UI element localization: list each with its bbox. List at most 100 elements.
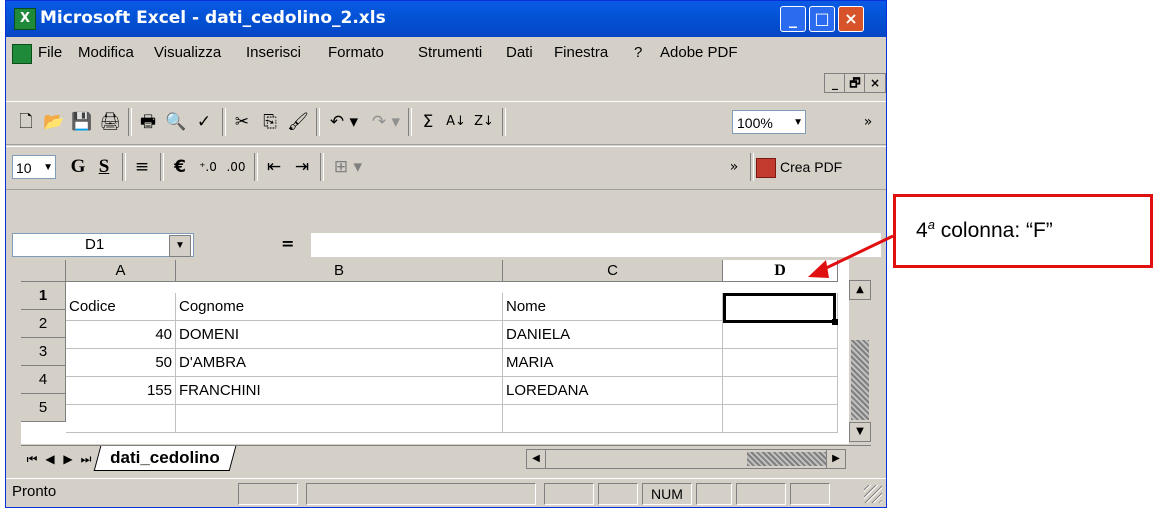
document-icon[interactable] <box>12 44 32 64</box>
font-size-select[interactable]: 10 ▼ <box>12 155 56 179</box>
scroll-right-icon[interactable]: ▶ <box>826 450 845 468</box>
cell-c3[interactable]: MARIA <box>503 349 723 377</box>
crea-pdf-button[interactable]: Crea PDF <box>756 153 842 181</box>
menu-strumenti[interactable]: Strumenti <box>418 44 482 61</box>
sort-descending-icon[interactable]: Z↓ <box>472 110 496 134</box>
cell-a2[interactable]: 40 <box>66 321 176 349</box>
column-header-a[interactable]: A <box>66 260 176 282</box>
cell-a1[interactable]: Codice <box>66 293 176 321</box>
cell-b2[interactable]: DOMENI <box>176 321 503 349</box>
close-button[interactable]: × <box>838 6 864 32</box>
scroll-thumb[interactable] <box>851 340 869 420</box>
cell-c5[interactable] <box>503 405 723 433</box>
cut-icon[interactable]: ✂ <box>230 110 254 134</box>
prev-sheet-icon[interactable]: ◀ <box>41 450 59 468</box>
cell-c4[interactable]: LOREDANA <box>503 377 723 405</box>
chevron-down-icon[interactable]: ▼ <box>169 235 191 257</box>
undo-icon[interactable]: ↶ ▾ <box>324 110 364 134</box>
name-box[interactable]: D1 ▼ <box>12 233 194 257</box>
zoom-select[interactable]: 100% ▼ <box>732 110 806 134</box>
row-header[interactable]: 3 <box>21 338 66 366</box>
menu-dati[interactable]: Dati <box>506 44 533 61</box>
cell-d3[interactable] <box>723 349 838 377</box>
cell-d2[interactable] <box>723 321 838 349</box>
align-center-icon[interactable]: ≡ <box>130 155 154 179</box>
sheet-tabs-bar: ⏮ ◀ ▶ ⏭ dati_cedolino ◀ ▶ <box>21 445 871 472</box>
new-icon[interactable]: 🗋 <box>14 110 38 134</box>
menu-visualizza[interactable]: Visualizza <box>154 44 221 61</box>
last-sheet-icon[interactable]: ⏭ <box>77 450 95 468</box>
cell-a4[interactable]: 155 <box>66 377 176 405</box>
column-header-c[interactable]: C <box>503 260 723 282</box>
minimize-button[interactable]: _ <box>780 6 806 32</box>
menu-finestra[interactable]: Finestra <box>554 44 608 61</box>
decrease-decimal-icon[interactable]: .00 <box>224 155 248 179</box>
cell-c2[interactable]: DANIELA <box>503 321 723 349</box>
cell-b5[interactable] <box>176 405 503 433</box>
toolbar-overflow-icon[interactable]: » <box>856 110 880 134</box>
doc-close-button[interactable]: × <box>864 73 886 93</box>
scroll-down-icon[interactable]: ▼ <box>849 422 871 442</box>
menu-inserisci[interactable]: Inserisci <box>246 44 301 61</box>
increase-indent-icon[interactable]: ⇥ <box>290 155 314 179</box>
bold-button[interactable]: G <box>66 155 90 179</box>
menu-formato[interactable]: Formato <box>328 44 384 61</box>
horizontal-scrollbar[interactable]: ◀ ▶ <box>526 449 846 469</box>
underline-button[interactable]: S <box>92 155 116 179</box>
redo-icon[interactable]: ↷ ▾ <box>366 110 406 134</box>
excel-app-icon[interactable]: X <box>14 8 36 30</box>
save-icon[interactable]: 💾 <box>70 110 94 134</box>
increase-decimal-icon[interactable]: ⁺.0 <box>196 155 220 179</box>
insert-function-icon[interactable]: = <box>281 234 294 253</box>
status-panel <box>306 483 536 505</box>
cell-b4[interactable]: FRANCHINI <box>176 377 503 405</box>
menu-adobe-pdf[interactable]: Adobe PDF <box>660 44 738 61</box>
fill-handle[interactable] <box>832 319 838 325</box>
cell-a3[interactable]: 50 <box>66 349 176 377</box>
doc-minimize-button[interactable]: _ <box>824 73 846 93</box>
decrease-indent-icon[interactable]: ⇤ <box>262 155 286 179</box>
toolbar-overflow-icon[interactable]: » <box>722 155 746 179</box>
next-sheet-icon[interactable]: ▶ <box>59 450 77 468</box>
menu-file[interactable]: File <box>38 44 62 61</box>
cell-b3[interactable]: D'AMBRA <box>176 349 503 377</box>
formula-input[interactable] <box>311 233 881 257</box>
print-preview-icon[interactable]: 🔍 <box>164 110 188 134</box>
status-panel <box>238 483 298 505</box>
open-icon[interactable]: 📂 <box>42 110 66 134</box>
first-sheet-icon[interactable]: ⏮ <box>23 450 41 468</box>
doc-restore-button[interactable]: 🗗 <box>844 73 866 93</box>
row-header[interactable]: 5 <box>21 394 66 422</box>
vertical-scrollbar[interactable]: ▲ ▼ <box>849 260 871 444</box>
format-painter-icon[interactable]: 🖌 <box>286 110 310 134</box>
borders-icon[interactable]: ⊞ ▾ <box>328 155 368 179</box>
autosum-icon[interactable]: Σ <box>416 110 440 134</box>
menu-modifica[interactable]: Modifica <box>78 44 134 61</box>
title-bar[interactable]: X Microsoft Excel - dati_cedolino_2.xls … <box>6 1 886 37</box>
scroll-up-icon[interactable]: ▲ <box>849 280 871 300</box>
row-header[interactable]: 1 <box>21 282 66 310</box>
maximize-button[interactable]: □ <box>809 6 835 32</box>
sheet-tab-dati-cedolino[interactable]: dati_cedolino <box>93 446 236 471</box>
font-size-value: 10 <box>16 160 32 176</box>
cell-d5[interactable] <box>723 405 838 433</box>
scroll-left-icon[interactable]: ◀ <box>527 450 546 468</box>
copy-icon[interactable]: ⎘ <box>258 110 282 134</box>
row-header[interactable]: 2 <box>21 310 66 338</box>
cell-a5[interactable] <box>66 405 176 433</box>
resize-grip-icon[interactable] <box>864 485 882 503</box>
cell-d4[interactable] <box>723 377 838 405</box>
euro-icon[interactable]: € <box>168 155 192 179</box>
select-all-corner[interactable] <box>21 260 66 282</box>
column-header-d[interactable]: D <box>723 260 838 282</box>
spelling-icon[interactable]: ✓ <box>192 110 216 134</box>
cell-b1[interactable]: Cognome <box>176 293 503 321</box>
menu-help[interactable]: ? <box>634 44 642 61</box>
column-header-b[interactable]: B <box>176 260 503 282</box>
scroll-thumb[interactable] <box>747 452 827 466</box>
permission-icon[interactable]: 🖨 <box>98 110 122 134</box>
cell-c1[interactable]: Nome <box>503 293 723 321</box>
print-icon[interactable]: 🖶 <box>136 110 160 134</box>
sort-ascending-icon[interactable]: A↓ <box>444 110 468 134</box>
row-header[interactable]: 4 <box>21 366 66 394</box>
